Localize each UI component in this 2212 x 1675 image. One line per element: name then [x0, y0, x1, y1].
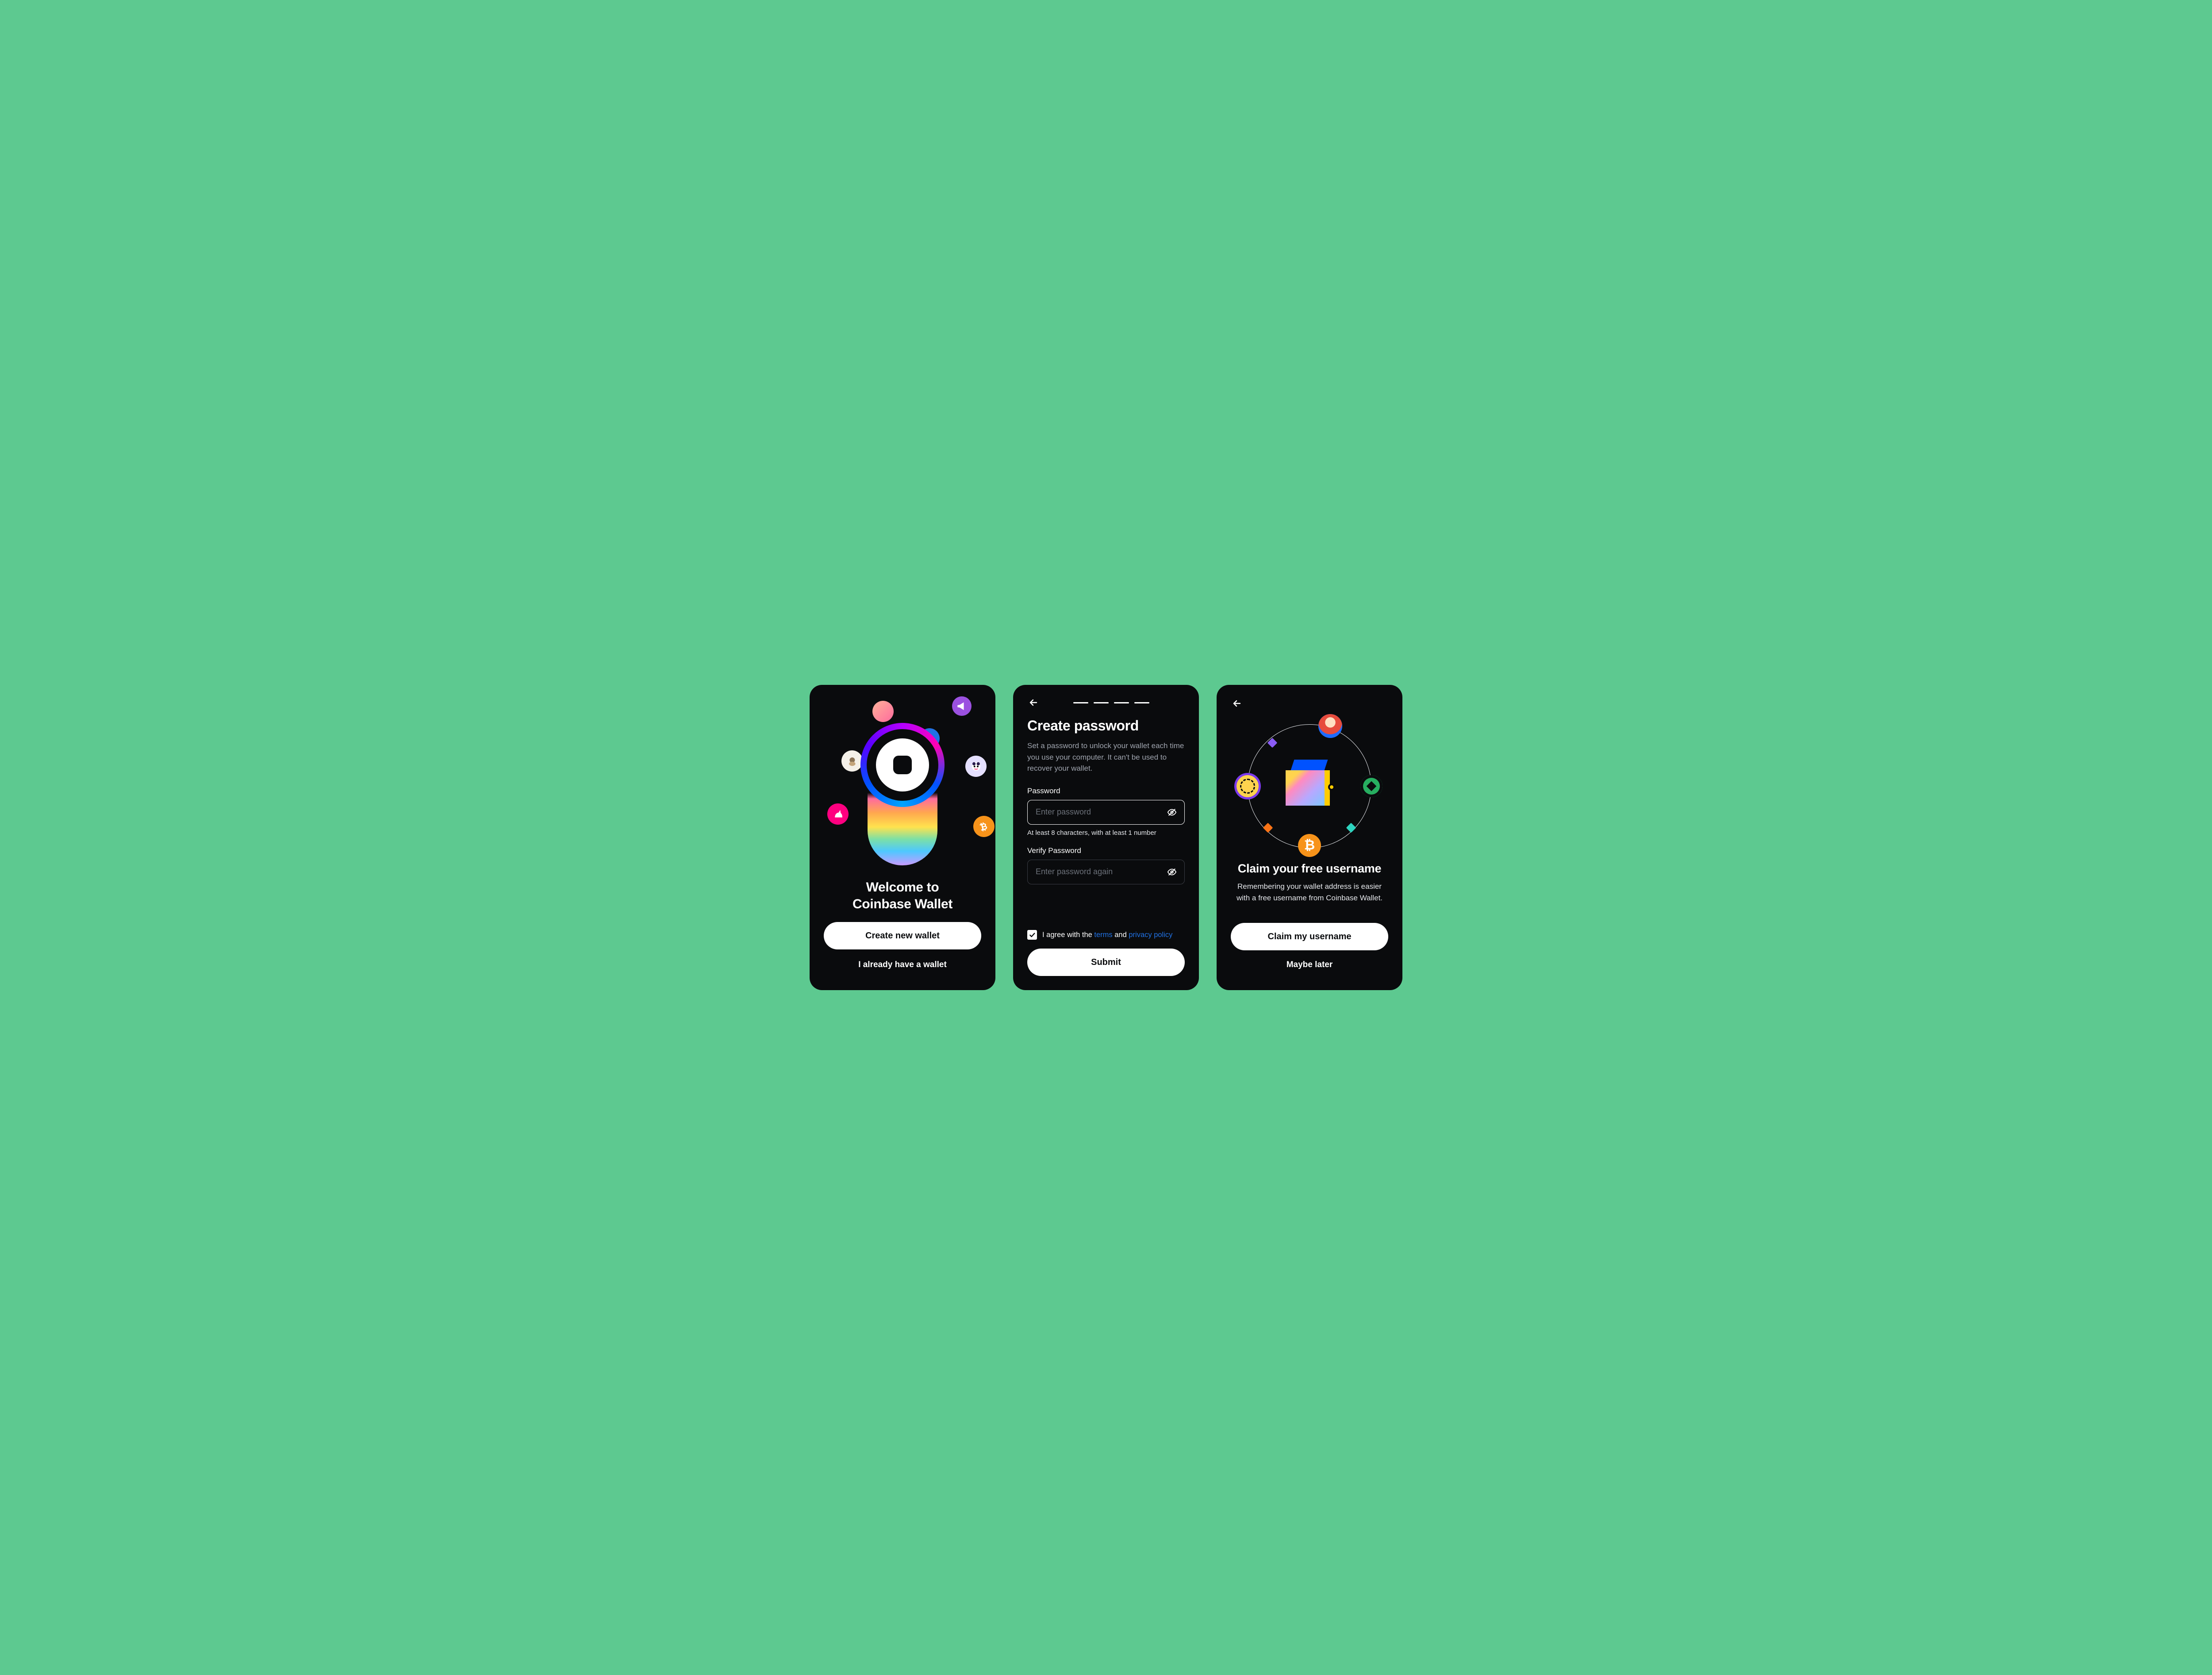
eye-off-icon	[1167, 867, 1177, 877]
submit-button[interactable]: Submit	[1027, 949, 1185, 976]
check-icon	[1029, 931, 1036, 938]
agree-row: I agree with the terms and privacy polic…	[1027, 930, 1185, 940]
create-password-description: Set a password to unlock your wallet eac…	[1027, 740, 1185, 774]
arrow-left-icon	[1028, 697, 1039, 708]
verify-password-input-wrap	[1027, 860, 1185, 884]
welcome-screen: Welcome to Coinbase Wallet Create new wa…	[810, 685, 995, 990]
back-button[interactable]	[1231, 697, 1243, 710]
wallet-icon	[1286, 765, 1333, 807]
progress-indicator	[1050, 702, 1185, 703]
avatar-woman-icon	[872, 701, 894, 722]
privacy-link[interactable]: privacy policy	[1129, 931, 1172, 939]
avatar-icon	[1318, 714, 1342, 738]
welcome-title-line2: Coinbase Wallet	[824, 896, 981, 913]
claim-username-title: Claim your free username	[1231, 862, 1388, 876]
plate-green-icon	[1360, 775, 1382, 797]
screens-row: Welcome to Coinbase Wallet Create new wa…	[810, 685, 1402, 990]
arrow-left-icon	[1232, 698, 1242, 709]
toggle-password-visibility-button[interactable]	[1165, 805, 1179, 819]
existing-wallet-button[interactable]: I already have a wallet	[824, 954, 981, 976]
claim-username-description: Remembering your wallet address is easie…	[1231, 881, 1388, 903]
create-wallet-button[interactable]: Create new wallet	[824, 922, 981, 949]
megaphone-icon	[952, 696, 972, 716]
eye-off-icon	[1167, 807, 1177, 817]
welcome-hero	[824, 697, 981, 876]
verify-password-label: Verify Password	[1027, 846, 1185, 855]
create-password-screen: Create password Set a password to unlock…	[1013, 685, 1199, 990]
verify-password-input[interactable]	[1036, 867, 1161, 876]
welcome-title-line1: Welcome to	[824, 879, 981, 896]
panda-nft-icon	[965, 756, 987, 777]
claim-username-button[interactable]: Claim my username	[1231, 923, 1388, 950]
coinbase-logo-icon	[876, 738, 929, 791]
create-password-title: Create password	[1027, 718, 1185, 734]
back-button[interactable]	[1027, 696, 1040, 709]
coinbase-hero-illustration	[860, 723, 945, 851]
ape-nft-icon	[841, 750, 863, 772]
password-input-wrap	[1027, 800, 1185, 825]
toggle-verify-visibility-button[interactable]	[1165, 865, 1179, 879]
coin-token-icon	[1237, 775, 1259, 797]
password-label: Password	[1027, 787, 1185, 795]
terms-link[interactable]: terms	[1094, 931, 1112, 939]
agree-text: I agree with the terms and privacy polic…	[1042, 931, 1172, 939]
agree-checkbox[interactable]	[1027, 930, 1037, 940]
bitcoin-icon	[971, 814, 995, 840]
password-input[interactable]	[1036, 807, 1161, 817]
unicorn-icon	[827, 803, 849, 825]
maybe-later-button[interactable]: Maybe later	[1231, 954, 1388, 976]
claim-username-screen: ₿ Claim your free username Remembering y…	[1217, 685, 1402, 990]
password-hint: At least 8 characters, with at least 1 n…	[1027, 829, 1185, 837]
bitcoin-icon: ₿	[1298, 834, 1321, 857]
